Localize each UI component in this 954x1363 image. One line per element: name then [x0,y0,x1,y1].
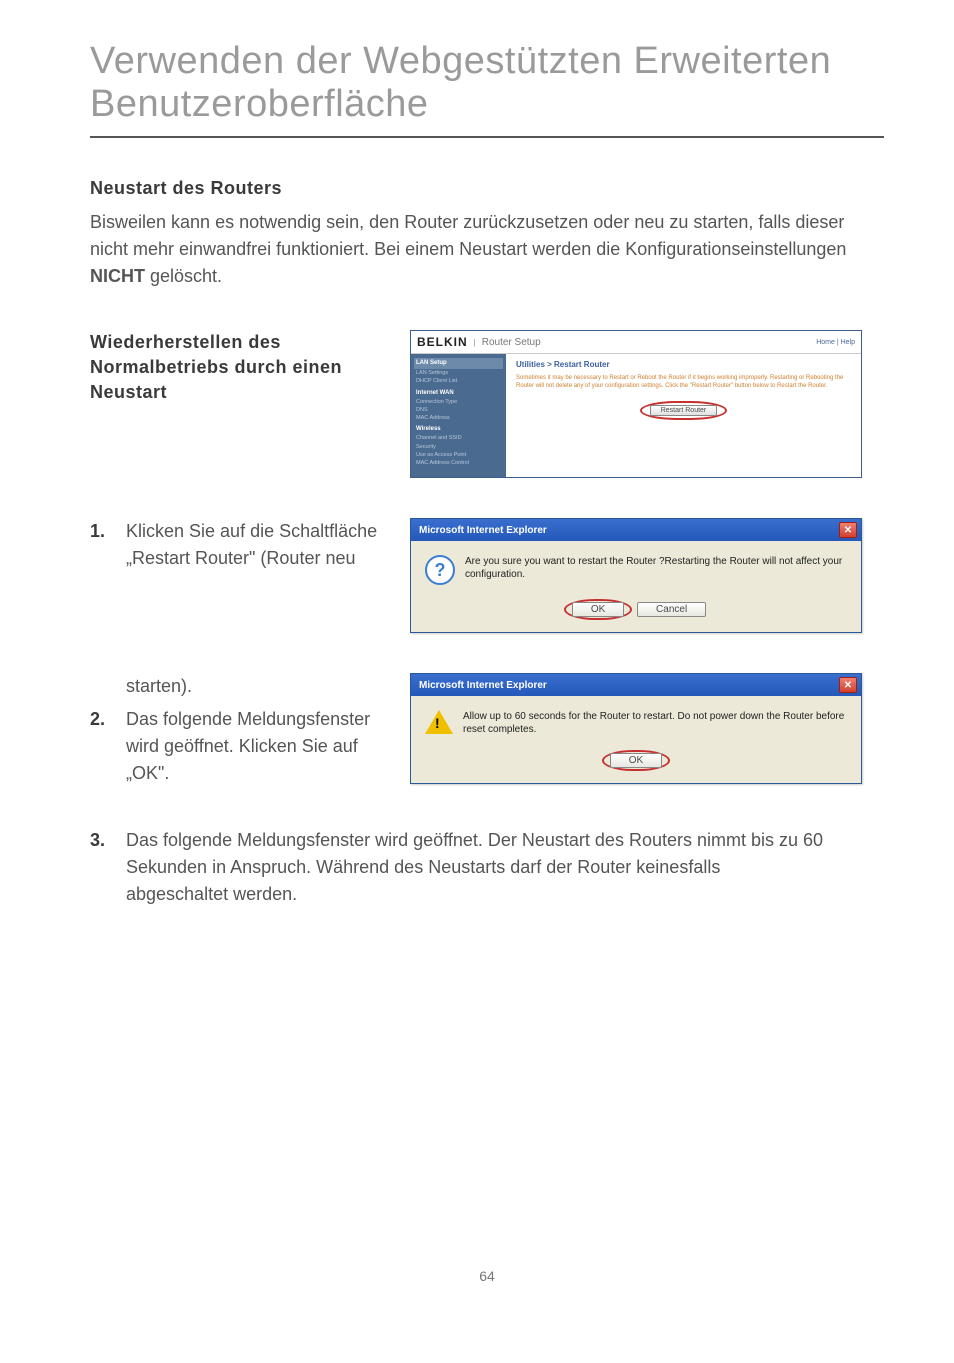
restore-heading: Wiederherstellen des Normalbetriebs durc… [90,330,410,406]
belkin-breadcrumb: Utilities > Restart Router [516,360,851,369]
section-heading: Neustart des Routers [90,178,884,199]
highlight-ring: Restart Router [640,401,728,420]
ok-button[interactable]: OK [572,602,624,617]
sidebar-dhcp[interactable]: DHCP Client List [416,377,501,385]
highlight-ring: OK [564,599,632,620]
cancel-button[interactable]: Cancel [637,602,706,617]
step-3-text: Das folgende Meldungsfenster wird geöffn… [126,827,884,908]
step-1-cont: starten). [126,673,410,700]
belkin-logo: BELKIN [417,335,468,349]
highlight-ring: OK [602,750,670,771]
step-2-number: 2. [90,706,126,787]
sidebar-ap[interactable]: Use as Access Point [416,451,501,459]
step-3-number: 3. [90,827,126,908]
warning-icon [425,710,453,734]
intro-bold: NICHT [90,266,145,286]
title-rule [90,136,884,138]
question-icon: ? [425,555,455,585]
restart-router-button[interactable]: Restart Router [650,405,718,416]
belkin-home-help[interactable]: Home | Help [816,339,855,346]
sidebar-internet-wan[interactable]: Internet WAN [416,389,501,398]
sidebar-conn-type[interactable]: Connection Type [416,398,501,406]
step-1-text: Klicken Sie auf die Schaltfläche „Restar… [126,518,410,572]
ok-button[interactable]: OK [610,753,662,768]
step-1-number: 1. [90,518,126,572]
sidebar-security[interactable]: Security [416,443,501,451]
close-icon[interactable]: ✕ [839,677,857,693]
sidebar-mac[interactable]: MAC Address [416,414,501,422]
sidebar-lan-settings[interactable]: LAN Settings [416,369,501,377]
belkin-sidebar: LAN Setup LAN Settings DHCP Client List … [411,354,506,477]
ie-dialog-wait: Microsoft Internet Explorer ✕ Allow up t… [410,673,862,784]
dialog1-message: Are you sure you want to restart the Rou… [465,555,849,581]
belkin-description: Sometimes it may be necessary to Restart… [516,375,851,391]
page-number: 64 [90,1268,884,1284]
sidebar-mac-control[interactable]: MAC Address Control [416,459,501,467]
dialog2-title: Microsoft Internet Explorer [419,680,547,691]
page-title: Verwenden der Webgestützten Erweiterten … [90,40,884,126]
intro-pre: Bisweilen kann es notwendig sein, den Ro… [90,212,846,259]
intro-post: gelöscht. [145,266,222,286]
belkin-screenshot: BELKIN | Router Setup Home | Help LAN Se… [410,330,862,478]
sidebar-dns[interactable]: DNS [416,406,501,414]
dialog1-title: Microsoft Internet Explorer [419,525,547,536]
intro-paragraph: Bisweilen kann es notwendig sein, den Ro… [90,209,884,290]
belkin-setup-title: Router Setup [482,337,541,348]
close-icon[interactable]: ✕ [839,522,857,538]
sidebar-lan-setup[interactable]: LAN Setup [414,358,503,369]
dialog2-message: Allow up to 60 seconds for the Router to… [463,710,849,736]
ie-dialog-confirm: Microsoft Internet Explorer ✕ ? Are you … [410,518,862,633]
sidebar-wireless[interactable]: Wireless [416,425,501,434]
sidebar-channel[interactable]: Channel and SSID [416,434,501,442]
step-2-text: Das folgende Meldungsfenster wird geöffn… [126,706,410,787]
